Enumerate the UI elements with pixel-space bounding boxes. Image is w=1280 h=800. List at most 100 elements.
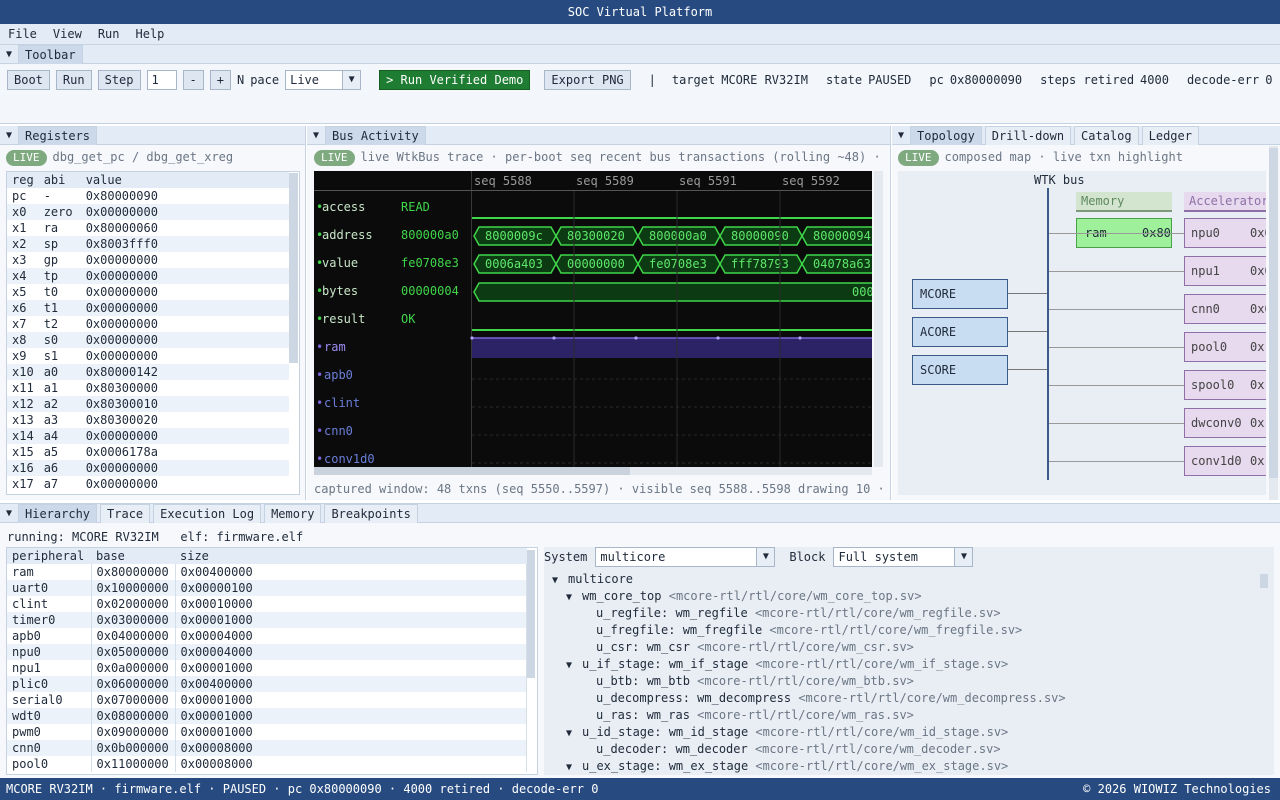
collapse-icon[interactable]: ▼ <box>0 49 18 60</box>
peripheral-row[interactable]: apb0 0x04000000 0x00004000 <box>7 628 527 644</box>
col-value[interactable]: value <box>80 172 289 188</box>
register-row[interactable]: x4 tp 0x00000000 <box>7 268 289 284</box>
register-row[interactable]: x16 a6 0x00000000 <box>7 460 289 476</box>
register-row[interactable]: x0 zero 0x00000000 <box>7 204 289 220</box>
tree-node[interactable]: ▼ u_ex_stage: wm_ex_stage <mcore-rtl/rtl/… <box>552 758 1264 775</box>
accelerator-node[interactable]: pool0 0x1 <box>1184 332 1266 362</box>
tab-drill-down[interactable]: Drill-down <box>984 125 1072 145</box>
tree-scrollbar[interactable] <box>1260 574 1268 588</box>
peripheral-row[interactable]: wdt0 0x08000000 0x00001000 <box>7 708 527 724</box>
col-reg[interactable]: reg <box>7 172 39 188</box>
tree-node[interactable]: ▼ wm_core_top <mcore-rtl/rtl/core/wm_core… <box>552 588 1264 605</box>
boot-button[interactable]: Boot <box>7 70 50 90</box>
tree-node[interactable]: u_csr: wm_csr <mcore-rtl/rtl/core/wm_csr… <box>552 639 1264 656</box>
peripheral-row[interactable]: clint 0x02000000 0x00010000 <box>7 596 527 612</box>
register-scrollbar[interactable] <box>289 173 298 363</box>
core-node[interactable]: ACORE <box>912 317 1008 347</box>
tree-node[interactable]: u_ras: wm_ras <mcore-rtl/rtl/core/wm_ras… <box>552 707 1264 724</box>
peripheral-row[interactable]: cnn0 0x0b000000 0x00008000 <box>7 740 527 756</box>
expand-toggle-icon[interactable]: ▼ <box>566 725 582 742</box>
run-verified-demo-button[interactable]: > Run Verified Demo <box>379 70 531 90</box>
register-row[interactable]: x13 a3 0x80300020 <box>7 412 289 428</box>
tab-memory[interactable]: Memory <box>264 503 322 523</box>
waveform-view[interactable]: seq 5588 seq 5589 seq 5591 seq 5592 8000… <box>314 171 872 467</box>
accelerator-node[interactable]: npu1 0x0 <box>1184 256 1266 286</box>
export-png-button[interactable]: Export PNG <box>544 70 631 90</box>
tree-node[interactable]: ▼ u_id_stage: wm_id_stage <mcore-rtl/rtl/… <box>552 724 1264 741</box>
accelerator-node[interactable]: npu0 0x0 <box>1184 218 1266 248</box>
register-row[interactable]: x17 a7 0x00000000 <box>7 476 289 492</box>
menu-run[interactable]: Run <box>90 24 128 45</box>
accelerator-node[interactable]: conv1d0 0x1 <box>1184 446 1266 476</box>
tree-node[interactable]: u_btb: wm_btb <mcore-rtl/rtl/core/wm_btb… <box>552 673 1264 690</box>
peripheral-row[interactable]: ram 0x80000000 0x00400000 <box>7 564 527 580</box>
tree-node[interactable]: ▼ u_if_stage: wm_if_stage <mcore-rtl/rtl/… <box>552 656 1264 673</box>
peripheral-row[interactable]: pwm0 0x09000000 0x00001000 <box>7 724 527 740</box>
register-row[interactable]: x15 a5 0x0006178a <box>7 444 289 460</box>
wave-vscroll[interactable] <box>874 171 883 467</box>
register-row[interactable]: x11 a1 0x80300000 <box>7 380 289 396</box>
register-row[interactable]: x1 ra 0x80000060 <box>7 220 289 236</box>
collapse-icon[interactable]: ▼ <box>892 130 910 141</box>
menu-view[interactable]: View <box>45 24 90 45</box>
tab-toolbar[interactable]: Toolbar <box>18 44 83 64</box>
tree-node[interactable]: u_fregfile: wm_fregfile <mcore-rtl/rtl/c… <box>552 622 1264 639</box>
expand-toggle-icon[interactable]: ▼ <box>566 759 582 775</box>
accelerator-node[interactable]: dwconv0 0x1 <box>1184 408 1266 438</box>
tab-breakpoints[interactable]: Breakpoints <box>324 503 418 523</box>
menu-help[interactable]: Help <box>128 24 173 45</box>
col-size[interactable]: size <box>175 548 527 564</box>
peripheral-row[interactable]: timer0 0x03000000 0x00001000 <box>7 612 527 628</box>
run-button[interactable]: Run <box>55 70 92 90</box>
tree-node[interactable]: ▼ multicore <box>552 571 1264 588</box>
peripheral-row[interactable]: pool0 0x11000000 0x00008000 <box>7 756 527 772</box>
wave-hscroll[interactable] <box>314 467 872 475</box>
col-peripheral[interactable]: peripheral <box>7 548 91 564</box>
step-minus-button[interactable]: - <box>182 70 204 90</box>
register-row[interactable]: pc -0x80000090 <box>7 188 289 204</box>
tab-catalog[interactable]: Catalog <box>1074 125 1139 145</box>
col-base[interactable]: base <box>91 548 175 564</box>
collapse-icon[interactable]: ▼ <box>0 508 18 519</box>
tab-hierarchy[interactable]: Hierarchy <box>18 503 98 523</box>
tab-bus-activity[interactable]: Bus Activity <box>325 125 426 145</box>
signal-row[interactable]: • access READ <box>316 200 471 216</box>
tree-node[interactable]: u_decoder: wm_decoder <mcore-rtl/rtl/cor… <box>552 741 1264 758</box>
peripheral-row[interactable]: uart0 0x10000000 0x00000100 <box>7 580 527 596</box>
core-node[interactable]: MCORE <box>912 279 1008 309</box>
register-row[interactable]: x12 a2 0x80300010 <box>7 396 289 412</box>
register-row[interactable]: x9 s1 0x00000000 <box>7 348 289 364</box>
tree-node[interactable]: u_decompress: wm_decompress <mcore-rtl/r… <box>552 690 1264 707</box>
tree-node[interactable]: u_regfile: wm_regfile <mcore-rtl/rtl/cor… <box>552 605 1264 622</box>
step-button[interactable]: Step <box>97 70 141 90</box>
register-row[interactable]: x2 sp 0x8003fff0 <box>7 236 289 252</box>
collapse-icon[interactable]: ▼ <box>0 130 18 141</box>
region-row[interactable]: • conv1d0 <box>316 452 471 467</box>
topology-vscroll[interactable] <box>1269 146 1278 500</box>
register-row[interactable]: x10 a0 0x80000142 <box>7 364 289 380</box>
core-node[interactable]: SCORE <box>912 355 1008 385</box>
peripheral-row[interactable]: npu0 0x05000000 0x00004000 <box>7 644 527 660</box>
peripheral-row[interactable]: plic0 0x06000000 0x00400000 <box>7 676 527 692</box>
accelerator-node[interactable]: spool0 0x1 <box>1184 370 1266 400</box>
tab-ledger[interactable]: Ledger <box>1141 125 1199 145</box>
region-row[interactable]: • apb0 <box>316 368 471 384</box>
step-count-input[interactable]: 1 <box>146 70 177 90</box>
signal-row[interactable]: • address 800000a0 <box>316 228 471 244</box>
region-row[interactable]: • cnn0 <box>316 424 471 440</box>
collapse-icon[interactable]: ▼ <box>307 130 325 141</box>
pace-select[interactable]: Live ▼ <box>285 70 362 90</box>
peripheral-scrollbar[interactable] <box>527 550 535 678</box>
expand-toggle-icon[interactable]: ▼ <box>566 657 582 674</box>
system-select[interactable]: multicore ▼ <box>595 547 776 567</box>
peripheral-row[interactable]: serial0 0x07000000 0x00001000 <box>7 692 527 708</box>
register-row[interactable]: x7 t2 0x00000000 <box>7 316 289 332</box>
tab-topology[interactable]: Topology <box>910 125 982 145</box>
register-row[interactable]: x6 t1 0x00000000 <box>7 300 289 316</box>
register-row[interactable]: x8 s0 0x00000000 <box>7 332 289 348</box>
peripheral-row[interactable]: npu1 0x0a000000 0x00001000 <box>7 660 527 676</box>
tab-registers[interactable]: Registers <box>18 125 98 145</box>
region-row[interactable]: • ram <box>316 340 471 356</box>
accelerator-node[interactable]: cnn0 0x0 <box>1184 294 1266 324</box>
step-plus-button[interactable]: + <box>209 70 231 90</box>
